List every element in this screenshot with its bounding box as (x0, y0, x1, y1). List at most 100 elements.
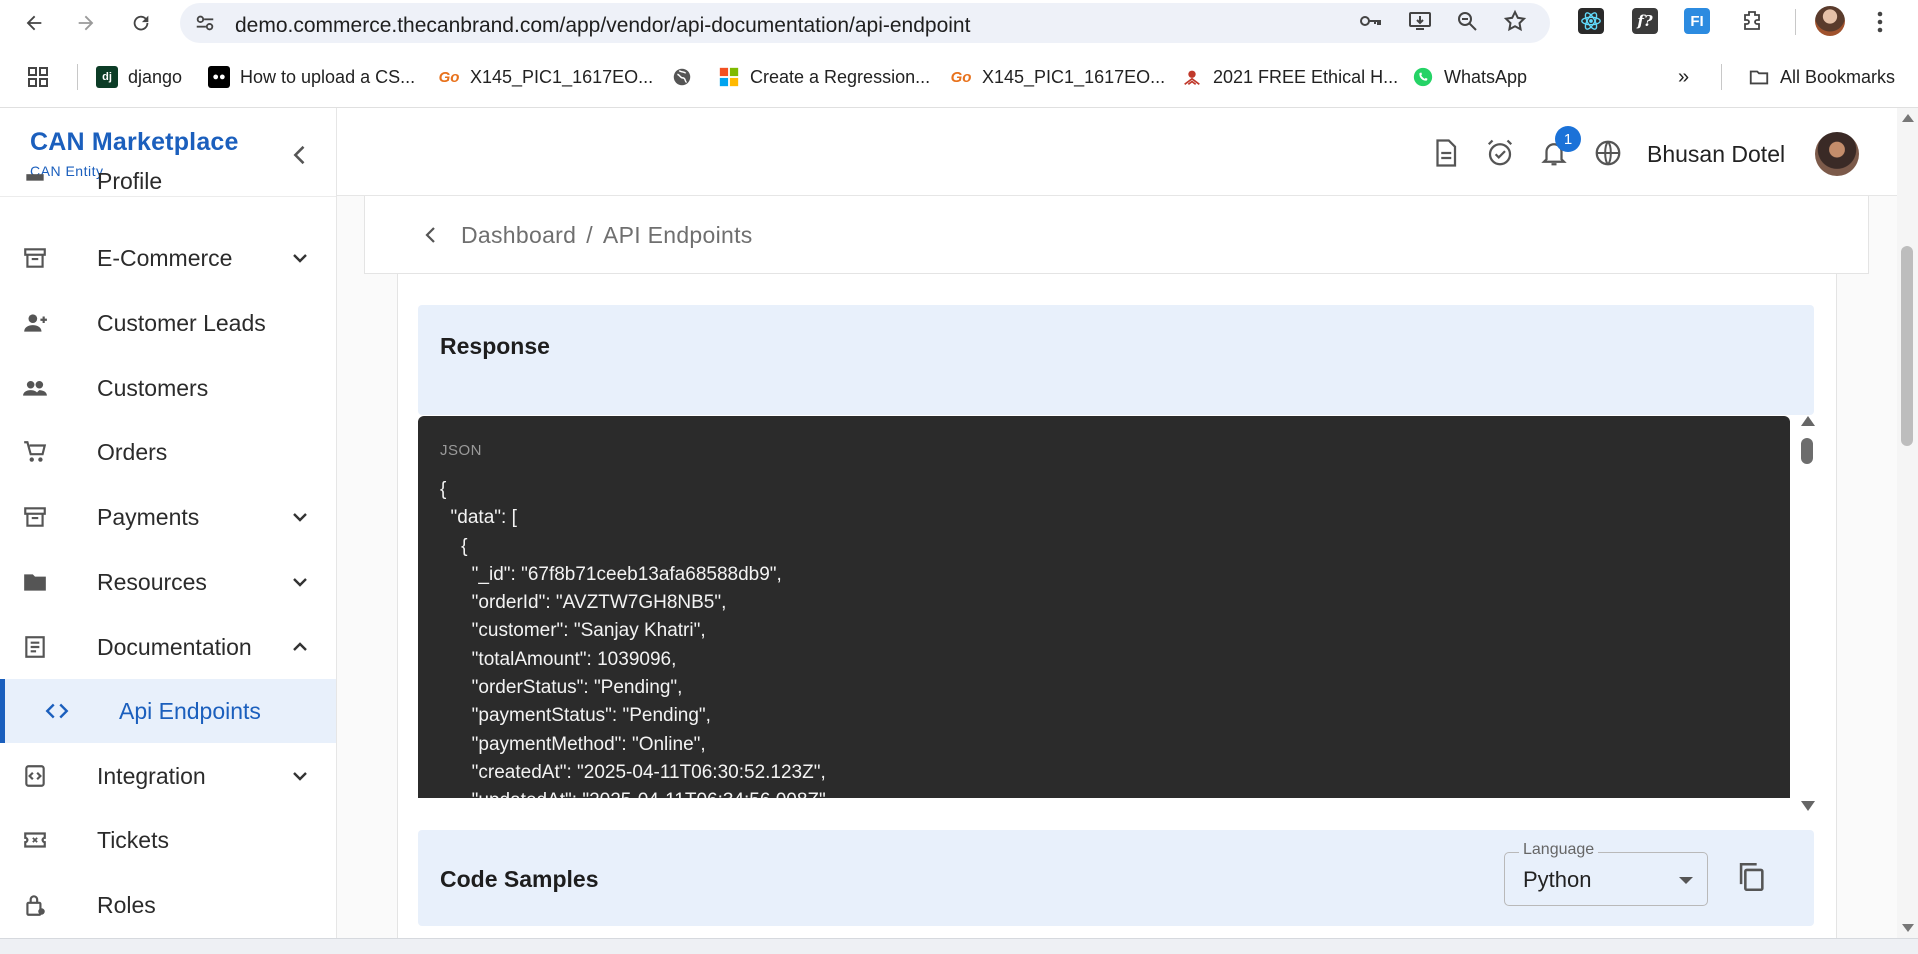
go-icon: Go (950, 68, 972, 86)
browser-menu-icon[interactable] (1870, 9, 1890, 35)
code-line: "_id": "67f8b71ceeb13afa68588db9", (440, 563, 782, 585)
lock-person-icon (26, 895, 45, 916)
bookmark-label: Create a Regression... (750, 66, 931, 87)
main-content: Dashboard / API Endpoints Response JSON { … (337, 196, 1897, 938)
bookmark-go-1[interactable]: Go X145_PIC1_1617EO... (438, 64, 654, 90)
sidebar-item-documentation[interactable]: Documentation (0, 615, 336, 679)
chevron-down-icon (293, 513, 307, 522)
code-line: "data": [ (440, 507, 517, 529)
scroll-up-icon[interactable] (1902, 114, 1914, 122)
cart-icon (24, 441, 47, 462)
all-bookmarks-button[interactable]: All Bookmarks (1748, 64, 1895, 90)
scroll-thumb[interactable] (1901, 246, 1913, 446)
forward-icon[interactable] (72, 9, 100, 37)
language-label: Language (1519, 841, 1599, 859)
sidebar-item-label: Profile (97, 168, 163, 194)
folder-icon (24, 574, 46, 591)
sidebar-item-label: Api Endpoints (119, 697, 261, 724)
breadcrumb-current: API Endpoints (602, 222, 753, 248)
scroll-up-icon[interactable] (1801, 416, 1815, 426)
sidebar-item-customers[interactable]: Customers (0, 356, 336, 420)
os-taskbar (0, 938, 1918, 954)
bookmark-django[interactable]: dj django (96, 64, 182, 90)
response-code-block[interactable]: JSON { "data": [ { "_id": "67f8b71ceeb13… (418, 416, 1790, 798)
react-devtools-icon[interactable] (1578, 8, 1604, 34)
site-settings-icon[interactable] (194, 12, 216, 34)
code-line: "totalAmount": 1039096, (440, 648, 677, 670)
all-bookmarks-label: All Bookmarks (1780, 66, 1896, 87)
breadcrumb-dashboard[interactable]: Dashboard (461, 222, 576, 248)
sidebar-item-tickets[interactable]: Tickets (0, 808, 336, 872)
bookmark-label: django (128, 66, 183, 87)
alarm-icon[interactable] (1485, 138, 1515, 168)
sidebar-item-api-endpoints[interactable]: Api Endpoints (0, 679, 336, 743)
back-icon[interactable] (20, 9, 48, 37)
brand-divider (0, 196, 336, 197)
sidebar-item-payments[interactable]: Payments (0, 485, 336, 549)
sidebar-item-customer-leads[interactable]: Customer Leads (0, 291, 336, 355)
bookmark-star-icon[interactable] (1503, 9, 1527, 33)
go-icon: Go (438, 68, 460, 86)
page-scrollbar[interactable] (1897, 108, 1918, 938)
address-bar[interactable]: demo.commerce.thecanbrand.com/app/vendor… (180, 3, 1550, 43)
sidebar-item-orders[interactable]: Orders (0, 420, 336, 484)
bookmark-go-2[interactable]: Go X145_PIC1_1617EO... (950, 64, 1166, 90)
language-value: Python (1523, 867, 1592, 892)
sidebar-item-resources[interactable]: Resources (0, 550, 336, 614)
user-avatar[interactable] (1815, 132, 1859, 176)
bookmark-globe[interactable] (671, 64, 703, 90)
bookmark-ethical-hacking[interactable]: 2021 FREE Ethical H... (1181, 64, 1398, 90)
code-samples-title: Code Samples (440, 866, 599, 892)
microsoft-icon (719, 67, 739, 87)
code-line: "paymentMethod": "Online", (440, 733, 706, 755)
archive-icon (24, 248, 46, 268)
globe-icon[interactable] (1593, 138, 1623, 168)
bookmark-whatsapp[interactable]: WhatsApp (1412, 64, 1527, 90)
install-app-icon[interactable] (1408, 9, 1432, 33)
fi-extension-icon[interactable]: FI (1684, 8, 1710, 34)
code-line: "orderStatus": "Pending", (440, 677, 683, 699)
globe-icon (673, 68, 691, 86)
ticket-icon (24, 832, 46, 848)
zoom-icon[interactable] (1455, 9, 1479, 33)
sidebar-item-label: Documentation (97, 633, 252, 660)
file-icon[interactable] (1430, 138, 1460, 168)
sidebar-item-roles[interactable]: Roles (0, 873, 336, 937)
bookmark-regression[interactable]: Create a Regression... (718, 64, 930, 90)
bookmark-label: WhatsApp (1444, 66, 1528, 87)
scroll-down-icon[interactable] (1801, 801, 1815, 811)
sidebar-item-label: Roles (97, 891, 156, 918)
copy-icon[interactable] (1734, 860, 1768, 894)
puzzle-icon[interactable] (1740, 9, 1764, 33)
brand-title: CAN Marketplace (30, 128, 239, 156)
password-key-icon[interactable] (1358, 9, 1382, 33)
whatsapp-icon (1413, 67, 1433, 87)
collapse-sidebar-icon[interactable] (286, 141, 314, 169)
breadcrumb: Dashboard / API Endpoints (364, 196, 1869, 274)
apps-grid-icon[interactable] (26, 65, 50, 89)
profile-icon (26, 174, 44, 181)
bookmark-medium[interactable]: ●● How to upload a CS... (208, 64, 415, 90)
notification-badge: 1 (1555, 126, 1581, 152)
scroll-down-icon[interactable] (1902, 924, 1914, 932)
bookmarks-overflow-icon[interactable]: » (1678, 64, 1689, 90)
sidebar-item-profile[interactable]: Profile (0, 168, 336, 218)
sidebar-item-integration[interactable]: Integration (0, 744, 336, 808)
language-select[interactable]: Language Python (1504, 841, 1708, 906)
sidebar-item-label: Payments (97, 503, 200, 530)
code-scrollbar[interactable] (1798, 416, 1816, 811)
folder-icon (1749, 70, 1769, 85)
back-arrow-icon[interactable] (419, 223, 443, 247)
scroll-thumb[interactable] (1801, 438, 1813, 464)
user-name[interactable]: Bhusan Dotel (1647, 141, 1785, 168)
bookmark-label: How to upload a CS... (240, 66, 416, 87)
person-add-icon (24, 314, 47, 332)
bookmarks-divider (77, 64, 78, 90)
reload-icon[interactable] (127, 9, 155, 37)
browser-profile-avatar[interactable] (1815, 6, 1845, 36)
archive-icon (24, 507, 46, 527)
code-line: "paymentStatus": "Pending", (440, 705, 711, 727)
function-icon[interactable]: f? (1632, 8, 1658, 34)
chevron-up-icon (293, 642, 307, 651)
sidebar-item-e-commerce[interactable]: E-Commerce (0, 226, 336, 290)
